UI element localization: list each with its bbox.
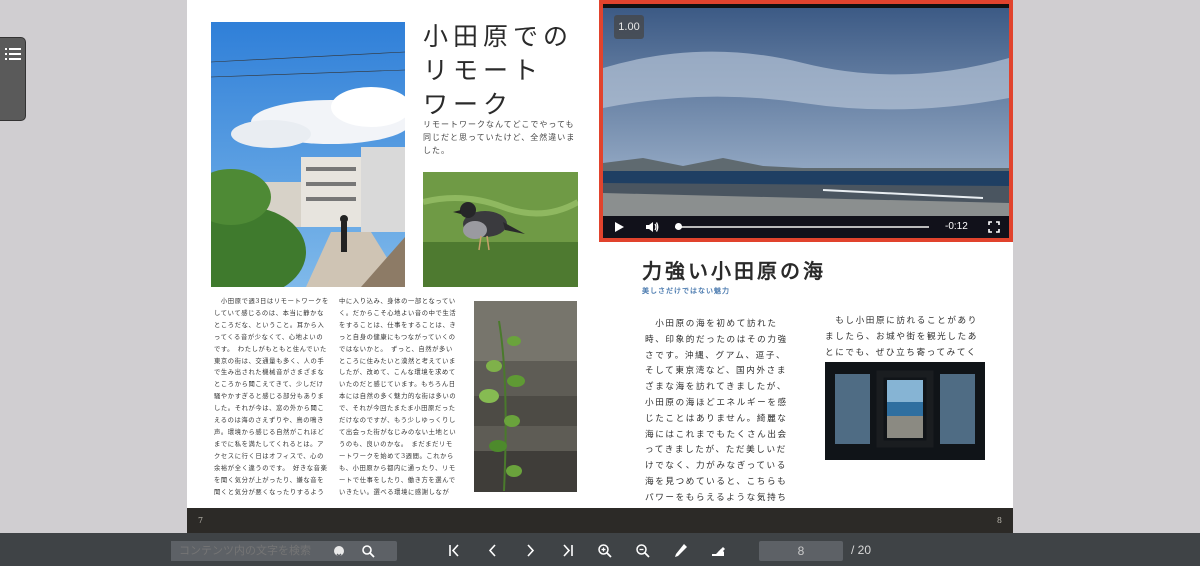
title-line: リモート xyxy=(423,56,544,85)
pen-icon[interactable] xyxy=(673,543,689,558)
search-icon[interactable] xyxy=(361,544,375,558)
title-line: ワーク xyxy=(423,90,514,119)
video-time-remaining: -0:12 xyxy=(945,221,968,232)
video-progress-bar[interactable] xyxy=(675,226,929,228)
video-progress-knob[interactable] xyxy=(674,223,682,230)
next-page-icon[interactable] xyxy=(522,543,538,558)
article-body-col2: 中に入り込み、身体の一部となっていく。だからこそ心地よい音の中で生活をすることは… xyxy=(339,298,457,496)
zoom-in-icon[interactable] xyxy=(597,543,613,558)
plant-photo xyxy=(474,301,577,492)
marker-icon[interactable] xyxy=(710,543,726,558)
zoom-out-icon[interactable] xyxy=(635,543,651,558)
page-number-input[interactable]: 8 xyxy=(759,541,843,561)
clear-search-icon[interactable] xyxy=(334,546,344,559)
section-body-col1: 小田原の海を初めて訪れた時、印象的だったのはその力強さです。沖縄、グアム、逗子、… xyxy=(645,319,788,533)
page-number-right: 8 xyxy=(996,516,1002,525)
search-box xyxy=(171,541,397,561)
first-page-icon[interactable] xyxy=(447,543,463,558)
volume-icon[interactable] xyxy=(645,221,659,233)
bird-photo xyxy=(423,172,578,287)
play-icon[interactable] xyxy=(613,221,625,233)
video-frame xyxy=(603,8,1009,216)
page-number-left: 7 xyxy=(198,516,204,525)
title-line: 小田原での xyxy=(423,22,574,51)
article-lead: リモートワークなんてどこでやっても同じだと思っていたけど、全然違いました。 xyxy=(423,120,576,155)
page-total: / 20 xyxy=(851,543,872,557)
sea-window-photo xyxy=(825,362,985,460)
toc-menu-button[interactable] xyxy=(0,37,26,121)
article-title: 小田原での リモート ワーク xyxy=(423,20,573,122)
video-controls: -0:12 xyxy=(603,216,1009,238)
section-subheading: 美しさだけではない魅力 xyxy=(642,286,730,295)
last-page-icon[interactable] xyxy=(559,543,575,558)
viewer-toolbar: 8 / 20 xyxy=(0,533,1200,566)
video-player[interactable]: 1.00 -0:12 xyxy=(599,0,1013,242)
section-heading: 力強い小田原の海 xyxy=(642,259,826,283)
page-footer: 7 8 xyxy=(187,508,1013,533)
search-input[interactable] xyxy=(171,541,349,561)
list-icon xyxy=(4,48,21,60)
prev-page-icon[interactable] xyxy=(485,543,501,558)
article-body-col1: 小田原で週3日はリモートワークをしていて感じるのは、本当に静かなところだな、とい… xyxy=(214,298,329,496)
street-photo xyxy=(211,22,405,287)
playback-rate[interactable]: 1.00 xyxy=(614,15,644,39)
fullscreen-icon[interactable] xyxy=(988,221,1000,233)
